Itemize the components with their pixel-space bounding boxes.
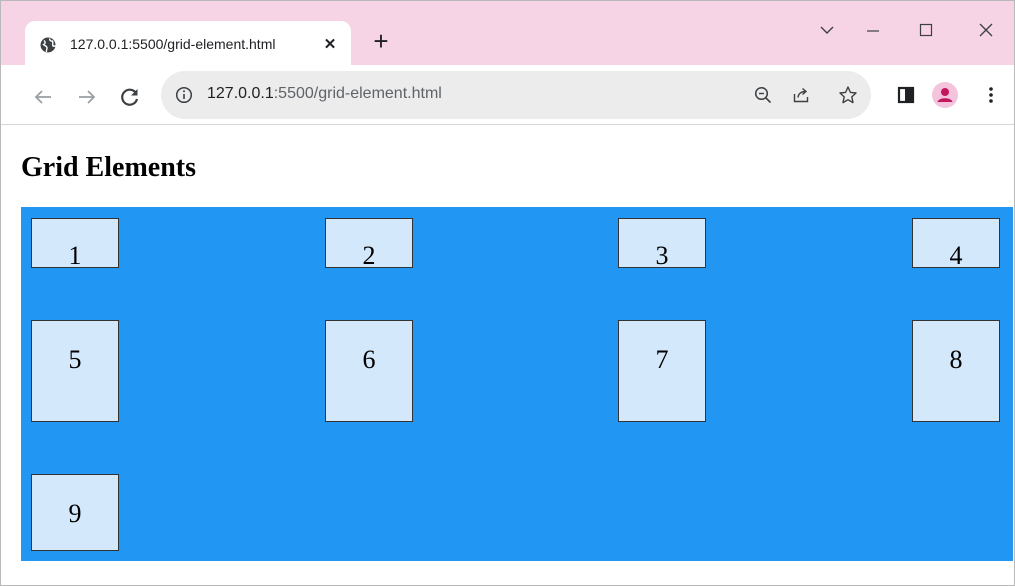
close-window-icon[interactable] — [963, 15, 1009, 45]
grid-container: 1 2 3 4 5 6 7 8 9 — [21, 207, 1013, 561]
grid-item-7: 7 — [618, 320, 706, 422]
page-title: Grid Elements — [21, 152, 196, 183]
more-menu-icon[interactable] — [979, 83, 1003, 107]
grid-item-1: 1 — [31, 218, 119, 270]
reload-icon[interactable] — [118, 85, 142, 109]
globe-icon — [40, 37, 56, 53]
address-bar[interactable]: 127.0.0.1:5500/grid-element.html — [161, 71, 871, 119]
grid-item-8: 8 — [912, 320, 1000, 422]
url-path: :5500/grid-element.html — [273, 85, 442, 102]
grid-item-3: 3 — [618, 218, 706, 270]
url-host: 127.0.0.1 — [207, 85, 274, 102]
share-icon[interactable] — [791, 85, 811, 105]
title-bar: 127.0.0.1:5500/grid-element.html ✕ + — [1, 1, 1014, 67]
grid-item-9: 9 — [31, 474, 119, 551]
tab-search-chevron-icon[interactable] — [804, 15, 850, 45]
url-text[interactable]: 127.0.0.1:5500/grid-element.html — [207, 85, 442, 103]
zoom-out-icon[interactable] — [753, 85, 773, 105]
side-panel-icon[interactable] — [894, 83, 918, 107]
maximize-icon[interactable] — [903, 15, 949, 45]
person-icon — [937, 88, 953, 102]
grid-item-2: 2 — [325, 218, 413, 270]
site-info-icon[interactable] — [175, 86, 193, 104]
grid-item-6: 6 — [325, 320, 413, 422]
tab-close-icon[interactable]: ✕ — [321, 36, 339, 54]
back-arrow-icon[interactable] — [31, 85, 55, 109]
profile-avatar[interactable] — [932, 82, 958, 108]
minimize-icon[interactable] — [850, 15, 896, 45]
new-tab-button[interactable]: + — [369, 28, 393, 54]
forward-arrow-icon[interactable] — [75, 85, 99, 109]
grid-item-4: 4 — [912, 218, 1000, 270]
browser-window: 127.0.0.1:5500/grid-element.html ✕ + 127… — [0, 0, 1015, 586]
browser-tab[interactable]: 127.0.0.1:5500/grid-element.html ✕ — [25, 21, 351, 67]
page-content: Grid Elements 1 2 3 4 5 6 7 8 9 — [1, 125, 1014, 585]
bookmark-star-icon[interactable] — [838, 85, 858, 105]
browser-toolbar: 127.0.0.1:5500/grid-element.html — [1, 65, 1014, 125]
tab-title: 127.0.0.1:5500/grid-element.html — [70, 36, 276, 52]
grid-item-5: 5 — [31, 320, 119, 422]
